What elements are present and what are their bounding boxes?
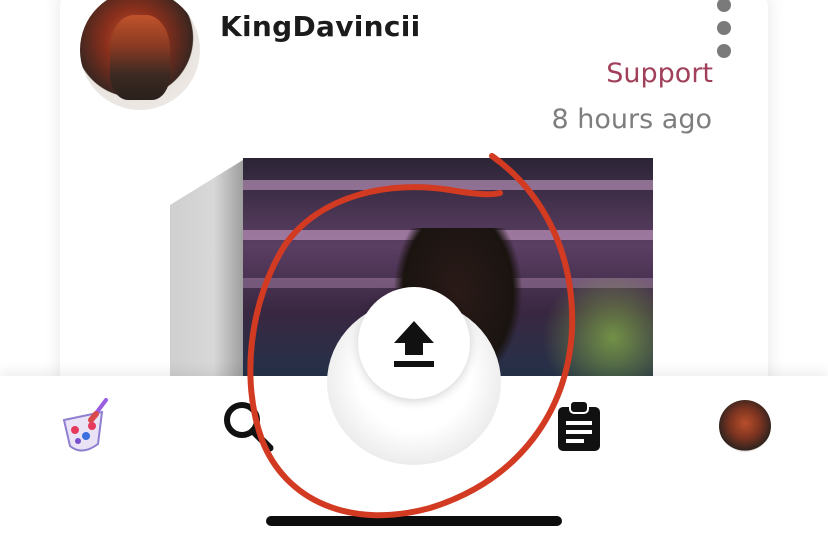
search-icon[interactable]	[220, 398, 276, 454]
upload-button[interactable]	[358, 287, 470, 399]
home-indicator[interactable]	[266, 516, 562, 526]
more-dot	[717, 21, 731, 35]
palette-icon[interactable]	[58, 398, 110, 456]
clipboard-icon[interactable]	[556, 401, 602, 453]
support-button[interactable]: Support	[606, 58, 713, 89]
profile-tab-avatar[interactable]	[719, 400, 771, 452]
more-dot	[717, 44, 731, 58]
more-options-button[interactable]	[713, 0, 735, 58]
avatar-face	[110, 15, 170, 100]
more-dot	[717, 0, 731, 12]
username[interactable]: KingDavincii	[220, 10, 421, 43]
upload-icon	[394, 321, 434, 367]
post-timestamp: 8 hours ago	[551, 104, 712, 135]
